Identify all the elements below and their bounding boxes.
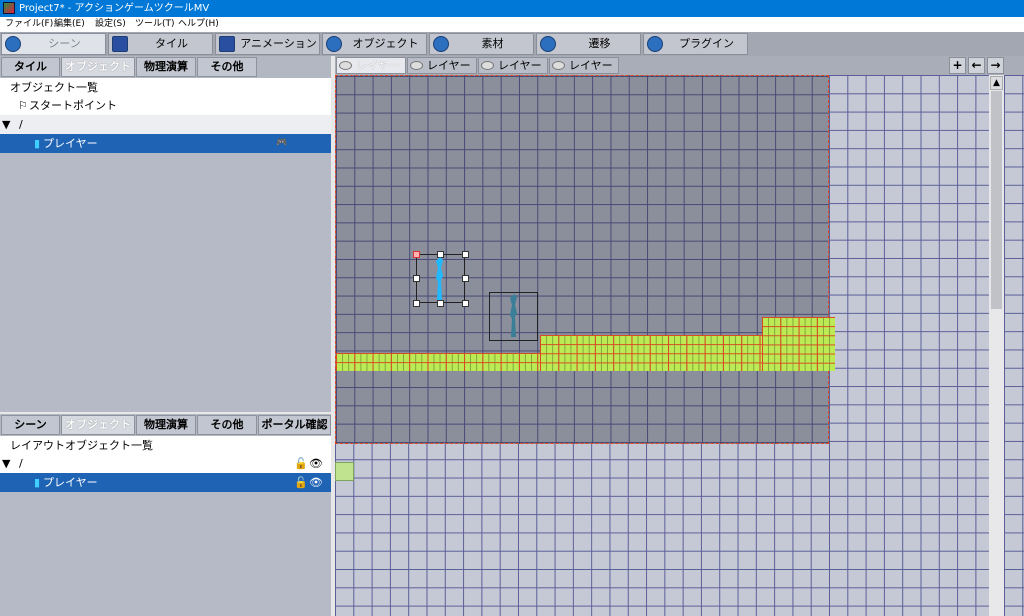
subtab-portal-check[interactable]: ポータル確認 — [258, 415, 331, 435]
object-icon — [326, 36, 342, 52]
menu-tools[interactable]: ツール(T) — [135, 17, 175, 32]
app-icon — [3, 2, 15, 14]
scene-canvas[interactable] — [335, 75, 989, 616]
tab-object[interactable]: オブジェクト — [322, 33, 427, 55]
eye-icon[interactable] — [339, 61, 352, 70]
object-list: オブジェクト一覧 ⚐ スタートポイント ▼ / ▮ プレイヤー 🎮 — [0, 78, 331, 153]
move-layer-right-button[interactable]: → — [987, 57, 1004, 74]
scroll-thumb[interactable] — [991, 91, 1002, 309]
visibility-eye-icon[interactable]: 👁 — [309, 473, 323, 492]
object-panel-tabs: タイル オブジェクト 物理演算 その他 — [0, 56, 333, 78]
layer-tab-4[interactable]: レイヤー4 — [549, 57, 619, 87]
layout-item-player[interactable]: ▮ プレイヤー 🔓 👁 — [0, 473, 331, 492]
vertical-scrollbar[interactable]: ▲ — [989, 75, 1004, 616]
menu-file[interactable]: ファイル(F) — [5, 17, 53, 32]
ground-tiles-upper[interactable] — [762, 317, 835, 371]
lock-icon[interactable]: 🔓 — [294, 473, 308, 492]
flag-icon: ⚐ — [18, 99, 28, 112]
player-icon: ▮ — [34, 476, 41, 489]
menu-help[interactable]: ヘルプ(H) — [178, 17, 219, 32]
selection-handle-origin[interactable] — [413, 251, 420, 258]
selection-handle[interactable] — [462, 300, 469, 307]
selection-handle[interactable] — [462, 275, 469, 282]
plugin-icon — [647, 36, 663, 52]
layer-tab-2[interactable]: レイヤー2 — [407, 57, 477, 87]
scroll-up-arrow-icon[interactable]: ▲ — [990, 76, 1003, 90]
tile-icon — [112, 36, 128, 52]
layout-list-heading: レイアウトオブジェクト一覧 — [10, 439, 153, 452]
add-layer-button[interactable]: + — [949, 57, 966, 74]
player-icon: ▮ — [34, 137, 41, 150]
selection-handle[interactable] — [413, 300, 420, 307]
collapse-triangle-icon[interactable]: ▼ — [2, 115, 10, 134]
tab-transition[interactable]: 遷移 — [536, 33, 641, 55]
subtab-physics[interactable]: 物理演算 — [136, 57, 196, 77]
scene-area[interactable] — [335, 75, 829, 444]
tab-animation[interactable]: アニメーション — [215, 33, 320, 55]
folder-row[interactable]: ▼ / — [0, 115, 331, 134]
canvas-right-edge — [1004, 75, 1024, 616]
window-title: Project7* - アクションゲームツクールMV — [19, 3, 210, 14]
player-ghost-sprite[interactable] — [505, 293, 521, 339]
ground-tiles-middle[interactable] — [540, 335, 764, 371]
list-heading: オブジェクト一覧 — [10, 81, 98, 94]
resource-icon — [433, 36, 449, 52]
animation-icon — [219, 36, 235, 52]
layer-tab-1[interactable]: レイヤー1 — [336, 57, 406, 87]
move-layer-left-button[interactable]: ← — [968, 57, 985, 74]
layout-panel-tabs: シーン オブジェクト 物理演算 その他 ポータル確認 — [0, 414, 333, 436]
object-panel: タイル オブジェクト 物理演算 その他 オブジェクト一覧 ⚐ スタートポイント … — [0, 56, 333, 412]
eye-icon[interactable] — [410, 61, 423, 70]
subtab-tile[interactable]: タイル — [1, 57, 60, 77]
selection-handle[interactable] — [413, 275, 420, 282]
subtab-scene[interactable]: シーン — [1, 415, 60, 435]
visibility-eye-icon[interactable]: 👁 — [309, 454, 323, 473]
tile-preview — [335, 462, 354, 481]
menu-edit[interactable]: 編集(E) — [54, 17, 85, 32]
ground-tiles-lower[interactable] — [336, 353, 541, 371]
layout-folder-row[interactable]: ▼ / 🔓 👁 — [0, 454, 331, 473]
scene-icon — [5, 36, 21, 52]
layer-tab-3[interactable]: レイヤー3 — [478, 57, 548, 87]
subtab-other[interactable]: その他 — [197, 57, 257, 77]
start-point-item[interactable]: ⚐ スタートポイント — [0, 96, 331, 115]
layout-panel: シーン オブジェクト 物理演算 その他 ポータル確認 レイアウトオブジェクト一覧… — [0, 414, 333, 616]
menu-bar: ファイル(F) 編集(E) 設定(S) ツール(T) ヘルプ(H) — [0, 17, 1024, 32]
menu-settings[interactable]: 設定(S) — [95, 17, 126, 32]
player-sprite[interactable] — [431, 256, 447, 302]
layer-tab-bar: レイヤー1 レイヤー2 レイヤー3 レイヤー4 + ← → — [335, 56, 1024, 87]
subtab-layout-object[interactable]: オブジェクト — [61, 415, 135, 435]
title-bar: Project7* - アクションゲームツクールMV — [0, 0, 1024, 17]
eye-icon[interactable] — [552, 61, 565, 70]
tab-tile[interactable]: タイル — [108, 33, 213, 55]
tab-scene[interactable]: シーン — [1, 33, 106, 55]
main-tab-bar: シーン タイル アニメーション オブジェクト 素材 遷移 プラグイン — [0, 32, 1024, 56]
lock-icon[interactable]: 🔓 — [294, 454, 308, 473]
transition-icon — [540, 36, 556, 52]
collapse-triangle-icon[interactable]: ▼ — [2, 454, 10, 473]
list-item-player[interactable]: ▮ プレイヤー 🎮 — [0, 134, 331, 153]
subtab-layout-other[interactable]: その他 — [197, 415, 257, 435]
eye-icon[interactable] — [481, 61, 494, 70]
layout-object-list: レイアウトオブジェクト一覧 ▼ / 🔓 👁 ▮ プレイヤー 🔓 👁 — [0, 436, 331, 492]
subtab-layout-physics[interactable]: 物理演算 — [136, 415, 196, 435]
gamepad-icon: 🎮 — [276, 138, 288, 148]
tab-resource[interactable]: 素材 — [429, 33, 534, 55]
selection-handle[interactable] — [462, 251, 469, 258]
subtab-object[interactable]: オブジェクト — [61, 57, 135, 77]
tab-plugin[interactable]: プラグイン — [643, 33, 748, 55]
